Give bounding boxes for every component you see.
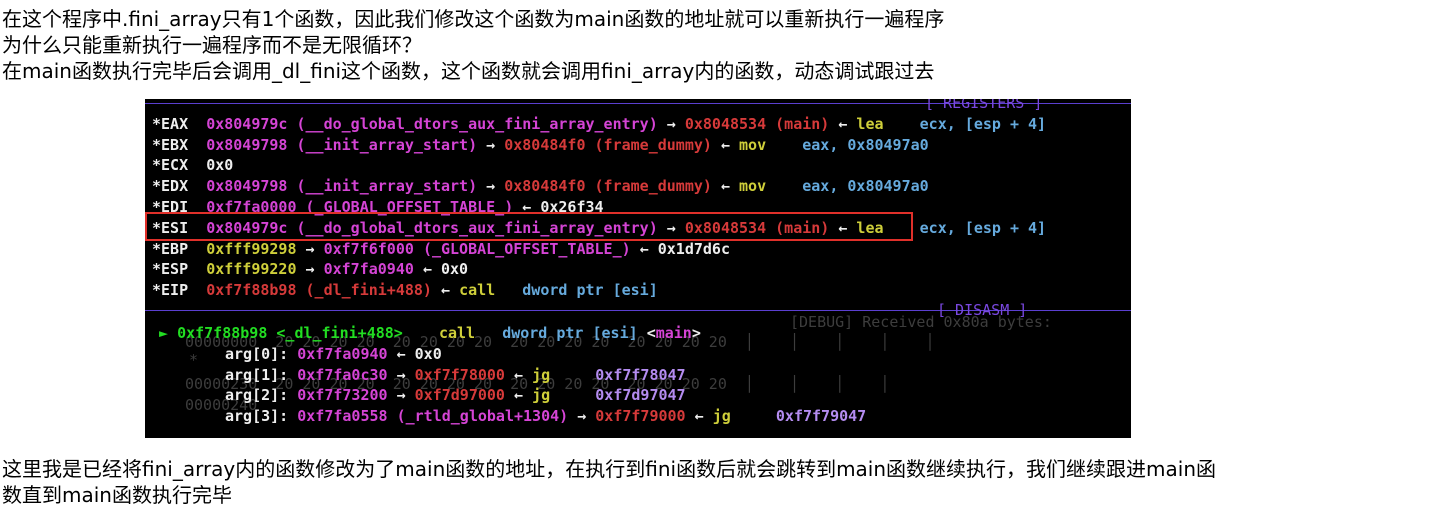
arg-row-2: arg[2]: 0xf7f73200 → 0xf7d97000 ← jg 0xf… [225, 386, 686, 404]
register-row-eax: *EAX 0x804979c (__do_global_dtors_aux_fi… [152, 115, 1047, 133]
outro-text: 这里我是已经将fini_array内的函数修改为了main函数的地址，在执行到f… [2, 456, 1216, 508]
current-instruction-marker: ► [159, 324, 169, 342]
esi-highlight-box [145, 212, 913, 241]
registers-header: [ REGISTERS ] [925, 99, 1043, 112]
arg-row-0: arg[0]: 0xf7fa0940 ← 0x0 [225, 345, 442, 363]
register-row-ebx: *EBX 0x8049798 (__init_array_start) → 0x… [152, 136, 929, 154]
outro-line-1: 这里我是已经将fini_array内的函数修改为了main函数的地址，在执行到f… [2, 457, 1217, 481]
current-instruction: ► 0xf7f88b98 <_dl_fini+488> call dword p… [159, 324, 701, 342]
ghost-star: * [189, 351, 199, 369]
intro-line-2: 为什么只能重新执行一遍程序而不是无限循环？ [2, 33, 422, 57]
register-row-ecx: *ECX 0x0 [152, 156, 234, 174]
intro-line-3: 在main函数执行完毕后会调用_dl_fini这个函数，这个函数就会调用fini… [2, 59, 935, 83]
gdb-terminal-screenshot: [DEBUG] Received 0x80a bytes: 00000000 2… [145, 99, 1131, 438]
register-row-edx: *EDX 0x8049798 (__init_array_start) → 0x… [152, 177, 929, 195]
outro-line-2: 数直到main函数执行完毕 [2, 483, 232, 507]
register-row-ebp: *EBP 0xfff99298 → 0xf7f6f000 (_GLOBAL_OF… [152, 240, 730, 258]
disasm-header: [ DISASM ] [937, 301, 1028, 319]
intro-line-1: 在这个程序中.fini_array只有1个函数，因此我们修改这个函数为main函… [2, 7, 945, 31]
register-row-esp: *ESP 0xfff99220 → 0xf7fa0940 ← 0x0 [152, 260, 469, 278]
arg-row-3: arg[3]: 0xf7fa0558 (_rtld_global+1304) →… [225, 407, 867, 425]
intro-text: 在这个程序中.fini_array只有1个函数，因此我们修改这个函数为main函… [2, 6, 944, 84]
register-row-eip: *EIP 0xf7f88b98 (_dl_fini+488) ← call dw… [152, 281, 658, 299]
arg-row-1: arg[1]: 0xf7fa0c30 → 0xf7f78000 ← jg 0xf… [225, 366, 686, 384]
